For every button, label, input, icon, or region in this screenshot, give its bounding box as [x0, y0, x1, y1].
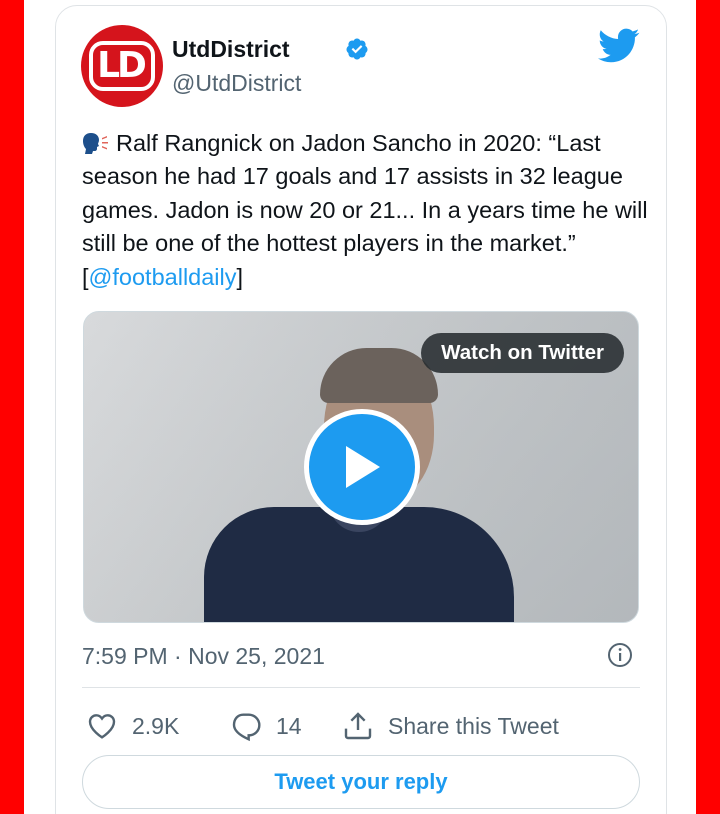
mention-link[interactable]: @footballdaily	[89, 264, 237, 290]
divider	[82, 687, 640, 688]
video-thumbnail[interactable]: Watch on Twitter	[83, 311, 639, 623]
reply-bubble-icon	[232, 713, 261, 742]
author-handle[interactable]: @UtdDistrict	[172, 70, 301, 97]
replies-count: 14	[276, 712, 302, 739]
right-red-border	[696, 0, 720, 814]
tweet-text: Ralf Rangnick on Jadon Sancho in 2020: “…	[82, 127, 652, 294]
share-tweet-button[interactable]: Share this Tweet	[342, 710, 559, 742]
likes-count: 2.9K	[132, 712, 180, 739]
like-button[interactable]: 2.9K	[86, 710, 179, 742]
twitter-bird-icon[interactable]	[598, 28, 640, 64]
speaking-head-icon	[83, 133, 108, 154]
tweet-your-reply-button[interactable]: Tweet your reply	[82, 755, 640, 809]
share-label: Share this Tweet	[388, 712, 559, 739]
heart-icon	[88, 714, 116, 739]
info-icon[interactable]	[607, 642, 633, 668]
tweet-text-tail: ]	[236, 263, 244, 290]
left-red-border	[0, 0, 24, 814]
verified-badge-icon	[346, 38, 368, 60]
author-name[interactable]: UtdDistrict	[172, 36, 290, 63]
reply-button[interactable]: 14	[230, 710, 302, 742]
tweet-embed-card: LD UtdDistrict @UtdDistrict Ralf Rangnic…	[55, 5, 667, 814]
watch-on-twitter-button[interactable]: Watch on Twitter	[421, 333, 624, 373]
author-avatar[interactable]: LD	[81, 25, 163, 107]
play-button[interactable]	[304, 409, 420, 525]
share-upload-icon	[344, 712, 372, 740]
avatar-logo-text: LD	[89, 41, 155, 91]
play-icon	[346, 446, 380, 488]
tweet-timestamp[interactable]: 7:59 PM · Nov 25, 2021	[82, 643, 325, 670]
